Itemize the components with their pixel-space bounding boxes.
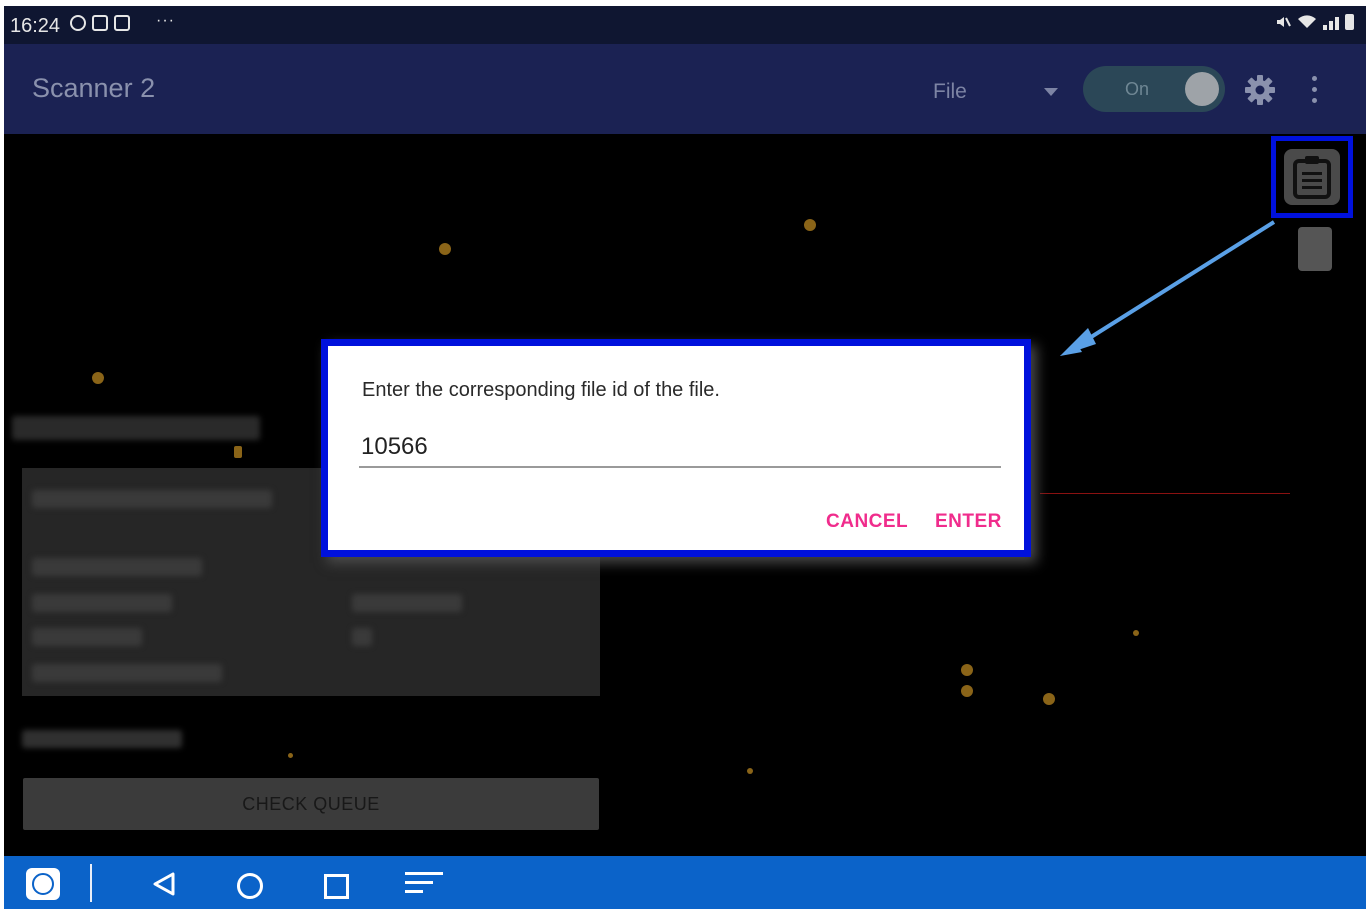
- scan-point: [234, 446, 242, 458]
- mail-icon: [114, 15, 130, 31]
- scan-point: [804, 219, 816, 231]
- toggle-label: On: [1125, 79, 1150, 99]
- redacted-caption: [22, 730, 182, 748]
- redacted-heading: [12, 416, 260, 440]
- status-time: 16:24: [10, 15, 61, 37]
- recent-apps-icon[interactable]: [324, 874, 349, 899]
- scan-point: [1133, 630, 1139, 636]
- annotation-arrow: [1060, 220, 1276, 356]
- device-screen: 16:24 ··· Scanner 2 File On CHECK QUEUE …: [4, 6, 1366, 909]
- scan-point: [747, 768, 753, 774]
- wifi-icon: [1298, 15, 1316, 28]
- more-notifications-icon: ···: [156, 12, 175, 29]
- home-icon[interactable]: [237, 873, 263, 899]
- scan-point: [1043, 693, 1055, 705]
- cancel-button[interactable]: CANCEL: [826, 511, 908, 533]
- battery-icon: [1345, 14, 1354, 30]
- scan-point: [961, 685, 973, 697]
- gear-icon[interactable]: [1244, 74, 1276, 106]
- scan-guide-line: [1040, 493, 1290, 494]
- scan-point: [288, 753, 293, 758]
- scan-point: [439, 243, 451, 255]
- eye-icon: [70, 15, 86, 31]
- side-handle[interactable]: [1298, 227, 1332, 271]
- chevron-down-icon[interactable]: [1044, 88, 1058, 96]
- check-queue-button[interactable]: CHECK QUEUE: [23, 778, 599, 830]
- menu-icon[interactable]: [405, 872, 445, 899]
- file-id-dialog: Enter the corresponding file id of the f…: [321, 339, 1031, 557]
- manual-entry-button[interactable]: [1284, 149, 1340, 205]
- enter-button[interactable]: ENTER: [935, 511, 1002, 533]
- teamviewer-icon[interactable]: [26, 868, 60, 900]
- file-id-input[interactable]: [359, 428, 1001, 468]
- clipboard-icon: [1293, 156, 1331, 199]
- clipboard-highlight: [1271, 136, 1353, 218]
- mode-dropdown[interactable]: File: [933, 80, 967, 104]
- more-options-icon[interactable]: [1310, 76, 1318, 104]
- app-title: Scanner 2: [32, 73, 156, 103]
- status-bar: 16:24 ···: [4, 6, 1366, 44]
- scan-point: [92, 372, 104, 384]
- app-bar: Scanner 2 File On: [4, 44, 1366, 134]
- toggle-knob: [1185, 72, 1219, 106]
- screen-share-icon: [92, 15, 108, 31]
- nav-divider: [90, 864, 92, 902]
- signal-icon: [1323, 17, 1339, 30]
- scanner-toggle[interactable]: On: [1083, 66, 1225, 112]
- navigation-bar: [4, 856, 1366, 909]
- dialog-prompt: Enter the corresponding file id of the f…: [362, 379, 720, 401]
- scan-point: [961, 664, 973, 676]
- mute-icon: [1277, 17, 1291, 27]
- back-icon[interactable]: [152, 872, 176, 896]
